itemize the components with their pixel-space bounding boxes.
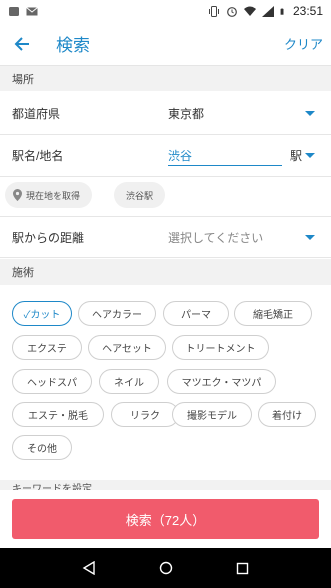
clear-button[interactable]: クリア bbox=[284, 34, 323, 53]
tag-photo-model[interactable]: 撮影モデル bbox=[172, 402, 252, 427]
location-chips: 現在地を取得 渋谷駅 bbox=[0, 182, 331, 208]
status-bar-right: 23:51 bbox=[208, 4, 323, 18]
tag-head-spa[interactable]: ヘッドスパ bbox=[12, 369, 92, 394]
tag-straightening[interactable]: 縮毛矯正 bbox=[234, 301, 312, 326]
prefecture-value: 東京都 bbox=[168, 107, 205, 121]
tag-hair-color[interactable]: ヘアカラー bbox=[78, 301, 156, 326]
nav-home-icon[interactable] bbox=[159, 561, 173, 575]
location-pin-icon bbox=[13, 189, 22, 201]
distance-row[interactable]: 駅からの距離 選択してください bbox=[0, 216, 331, 258]
station-input[interactable] bbox=[168, 145, 282, 166]
station-label: 駅名/地名 bbox=[12, 149, 64, 163]
tag-nail[interactable]: ネイル bbox=[99, 369, 159, 394]
tag-esthe[interactable]: エステ・脱毛 bbox=[12, 402, 104, 427]
chevron-down-icon bbox=[305, 111, 315, 116]
search-bar: 検索（72人） bbox=[0, 490, 331, 548]
distance-label: 駅からの距離 bbox=[12, 230, 85, 245]
prefecture-label: 都道府県 bbox=[12, 107, 61, 121]
station-suggestion-label: 渋谷駅 bbox=[126, 190, 154, 201]
battery-icon bbox=[280, 7, 284, 15]
vibrate-icon bbox=[208, 5, 219, 17]
gmail-icon bbox=[26, 6, 38, 15]
tag-eyelash[interactable]: マツエク・マツパ bbox=[167, 369, 276, 394]
chevron-down-icon bbox=[305, 234, 315, 240]
station-suffix: 駅 bbox=[290, 149, 303, 163]
search-button[interactable]: 検索（72人） bbox=[12, 499, 319, 539]
station-suggestion-chip[interactable]: 渋谷駅 bbox=[114, 182, 166, 208]
tag-cut[interactable]: ✓カット bbox=[12, 301, 72, 326]
tag-extension[interactable]: エクステ bbox=[12, 335, 82, 360]
tag-perm[interactable]: パーマ bbox=[163, 301, 229, 326]
tag-hair-set[interactable]: ヘアセット bbox=[88, 335, 166, 360]
signal-icon bbox=[261, 5, 274, 17]
tag-other[interactable]: その他 bbox=[12, 435, 72, 460]
section-header-more: キーワードを設定 bbox=[0, 480, 331, 490]
notification-icon bbox=[9, 6, 19, 16]
status-time: 23:51 bbox=[292, 4, 323, 18]
nav-back-icon[interactable] bbox=[82, 561, 96, 575]
app-bar: 検索 クリア bbox=[0, 22, 331, 66]
back-button[interactable] bbox=[0, 22, 44, 66]
arrow-back-icon bbox=[14, 36, 29, 51]
section-header-location: 場所 bbox=[0, 66, 331, 91]
prefecture-row[interactable]: 都道府県 東京都 bbox=[0, 93, 331, 135]
current-location-label: 現在地を取得 bbox=[26, 190, 81, 201]
section-header-treatment: 施術 bbox=[0, 259, 331, 285]
nav-recents-icon[interactable] bbox=[236, 562, 249, 575]
current-location-chip[interactable]: 現在地を取得 bbox=[5, 182, 93, 208]
wifi-icon bbox=[243, 6, 256, 16]
distance-value: 選択してください bbox=[168, 230, 264, 245]
status-bar-left bbox=[8, 6, 38, 17]
status-bar: 23:51 bbox=[0, 0, 331, 22]
chevron-down-icon[interactable] bbox=[305, 153, 315, 158]
page-title: 検索 bbox=[56, 36, 90, 55]
station-row: 駅名/地名 駅 bbox=[0, 135, 331, 177]
tag-relaxation[interactable]: リラク bbox=[111, 402, 179, 427]
system-nav-bar bbox=[0, 548, 331, 588]
tag-treatment[interactable]: トリートメント bbox=[172, 335, 269, 360]
tag-kimono[interactable]: 着付け bbox=[258, 402, 316, 427]
alarm-icon bbox=[227, 6, 237, 17]
